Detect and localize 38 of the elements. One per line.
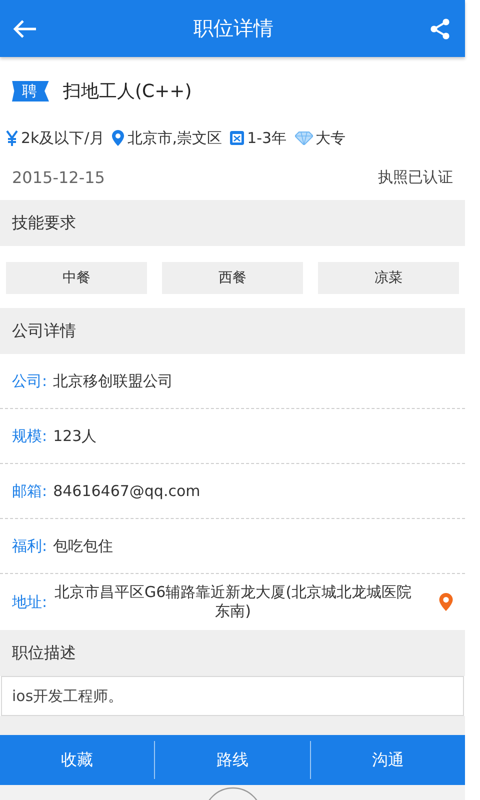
section-title: 技能要求 — [12, 212, 76, 234]
share-icon — [429, 18, 451, 40]
job-attribute: 2k及以下/月 — [21, 128, 104, 148]
location-pin-icon — [112, 130, 124, 146]
calendar-icon — [230, 131, 244, 145]
page-title: 职位详情 — [194, 15, 274, 42]
skill-tag: 西餐 — [162, 262, 303, 294]
field-label: 邮箱: — [12, 482, 48, 500]
post-date: 2015-12-15 — [12, 168, 105, 186]
skill-tag: 中餐 — [6, 262, 147, 294]
field-label: 公司: — [12, 372, 48, 390]
field-label: 地址: — [12, 592, 48, 612]
action-button[interactable]: 路线 — [155, 735, 310, 785]
field-value: 北京移创联盟公司 — [53, 372, 174, 390]
skill-tag: 凉菜 — [318, 262, 459, 294]
back-arrow-icon — [12, 18, 38, 38]
job-attribute: 北京市,崇文区 — [127, 128, 222, 148]
field-value: 84616467@qq.com — [53, 482, 200, 500]
share-button[interactable] — [429, 18, 451, 40]
section-title: 职位描述 — [12, 642, 76, 664]
section-title: 公司详情 — [12, 320, 76, 342]
back-button[interactable] — [12, 18, 38, 38]
action-button[interactable]: 沟通 — [310, 735, 465, 785]
action-button[interactable]: 收藏 — [0, 735, 154, 785]
job-title: 扫地工人(C++) — [63, 80, 192, 103]
job-attribute: 大专 — [316, 128, 346, 148]
diamond-icon — [294, 131, 313, 145]
map-pin-icon[interactable] — [439, 593, 453, 611]
hiring-badge: 聘 — [12, 80, 49, 102]
license-status: 执照已认证 — [378, 168, 453, 186]
field-value: 包吃包住 — [53, 536, 114, 556]
address-text: 北京市昌平区G6辅路靠近新龙大厦(北京城北龙城医院东南) — [54, 583, 413, 621]
yen-icon — [6, 130, 18, 146]
field-label: 规模: — [12, 426, 48, 446]
description-text: ios开发工程师。 — [1, 676, 464, 716]
field-label: 福利: — [12, 536, 48, 556]
field-value: 123人 — [53, 426, 97, 446]
job-attribute: 1-3年 — [247, 128, 287, 148]
